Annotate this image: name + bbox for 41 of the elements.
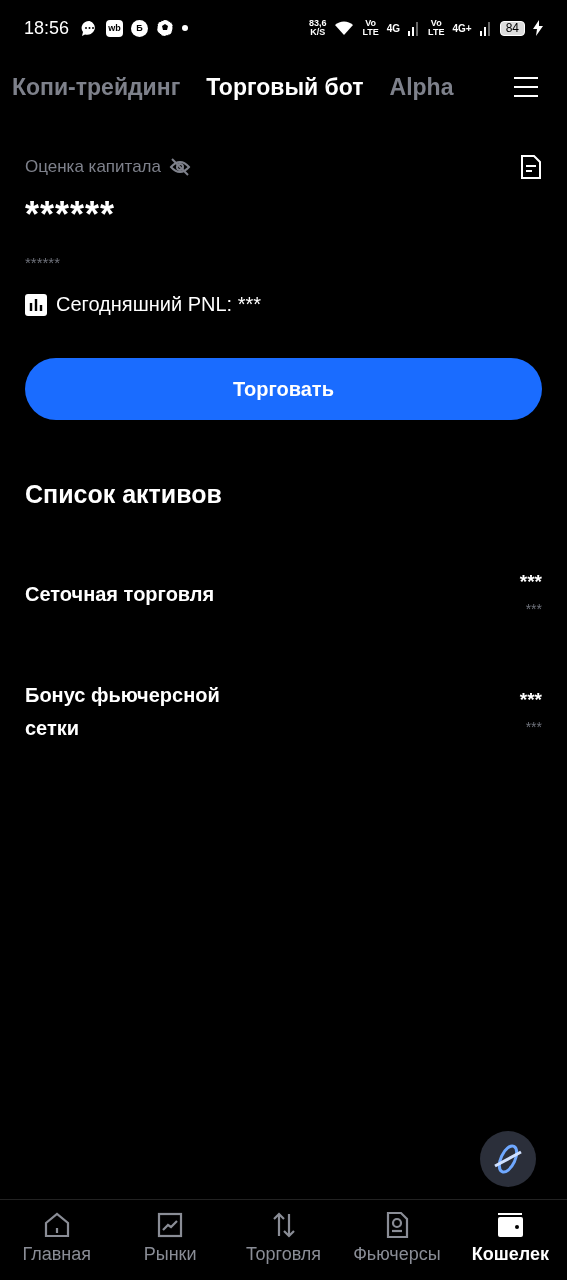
asset-value: *** — [519, 571, 542, 593]
tab[interactable]: Копи-трейдинг — [12, 73, 181, 101]
app-badge: wb — [106, 19, 124, 37]
nav-item[interactable]: Кошелек — [453, 1200, 567, 1280]
volte-label: Vo LTE — [428, 19, 445, 37]
network-speed: 83,6 K/S — [308, 19, 327, 37]
bar-chart-icon — [25, 293, 47, 316]
charging-icon — [533, 20, 543, 36]
signal-icon — [479, 20, 492, 36]
status-time: 18:56 — [24, 17, 70, 39]
dot-icon — [182, 25, 189, 31]
document-icon[interactable] — [520, 154, 542, 180]
wifi-icon — [334, 20, 355, 36]
nav-item[interactable]: Рынки — [113, 1200, 227, 1280]
capital-value: ****** — [25, 194, 117, 236]
menu-icon[interactable] — [513, 76, 539, 98]
network-type: 4G+ — [452, 22, 472, 34]
tab[interactable]: Alpha — [389, 73, 454, 101]
ball-icon — [156, 19, 175, 37]
battery-level: 84 — [499, 20, 525, 36]
app-badge: Б — [131, 19, 149, 37]
wallet-icon — [495, 1210, 526, 1240]
assistant-button[interactable] — [480, 1131, 536, 1187]
nav-item[interactable]: Торговля — [226, 1200, 341, 1280]
nav-item[interactable]: Главная — [0, 1200, 114, 1280]
nav-item[interactable]: Фьючерсы — [340, 1200, 454, 1280]
volte-label: Vo LTE — [362, 19, 379, 37]
trade-button[interactable]: Торговать — [25, 358, 542, 420]
asset-sub-value: *** — [525, 719, 542, 735]
eye-off-icon[interactable] — [169, 157, 191, 177]
pnl-text: Сегодняшний PNL: *** — [56, 293, 261, 316]
asset-value: *** — [519, 689, 542, 711]
asset-name: Бонус фьючерсной сетки — [25, 683, 221, 741]
signal-icon — [408, 20, 421, 36]
asset-sub-value: *** — [525, 601, 542, 617]
capital-sub-value: ****** — [25, 254, 62, 271]
asset-name: Сеточная торговля — [25, 581, 216, 607]
tab[interactable]: Торговый бот — [206, 73, 364, 101]
section-title: Список активов — [25, 480, 223, 509]
network-type: 4G — [386, 22, 401, 34]
capital-label: Оценка капитала — [25, 157, 161, 177]
